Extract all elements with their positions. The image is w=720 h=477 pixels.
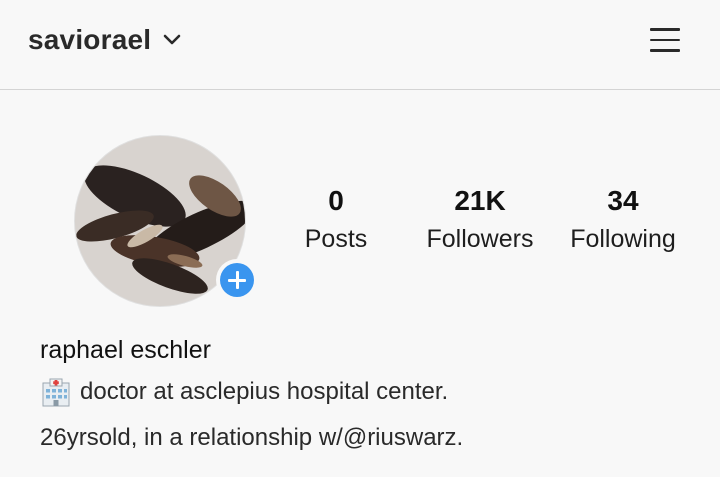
posts-stat[interactable]: 0 Posts [266,183,406,259]
bio-text-1: doctor at asclepius hospital center. [80,378,449,405]
followers-count: 21K [454,185,506,216]
plus-icon [220,263,254,297]
following-stat[interactable]: 34 Following [553,183,693,259]
hamburger-menu-icon[interactable] [648,26,682,54]
chevron-down-icon [163,34,181,45]
following-count: 34 [607,185,639,216]
avatar-container [74,135,258,307]
bio-line-1: doctor at asclepius hospital center. [40,377,448,407]
username: saviorael [28,24,152,55]
followers-label: Followers [426,225,534,253]
posts-label: Posts [304,225,368,253]
bio-line-2: 26yrsold, in a relationship w/@riuswarz. [40,424,463,452]
posts-count: 0 [328,185,344,216]
following-label: Following [570,225,676,253]
full-name: raphael eschler [40,336,211,364]
hospital-icon [42,378,70,407]
add-story-button[interactable] [216,259,258,301]
followers-stat[interactable]: 21K Followers [410,183,550,259]
account-switcher[interactable]: saviorael [28,20,181,60]
top-bar: saviorael [0,0,720,90]
bio-text-2: 26yrsold, in a relationship w/@riuswarz. [40,424,464,451]
